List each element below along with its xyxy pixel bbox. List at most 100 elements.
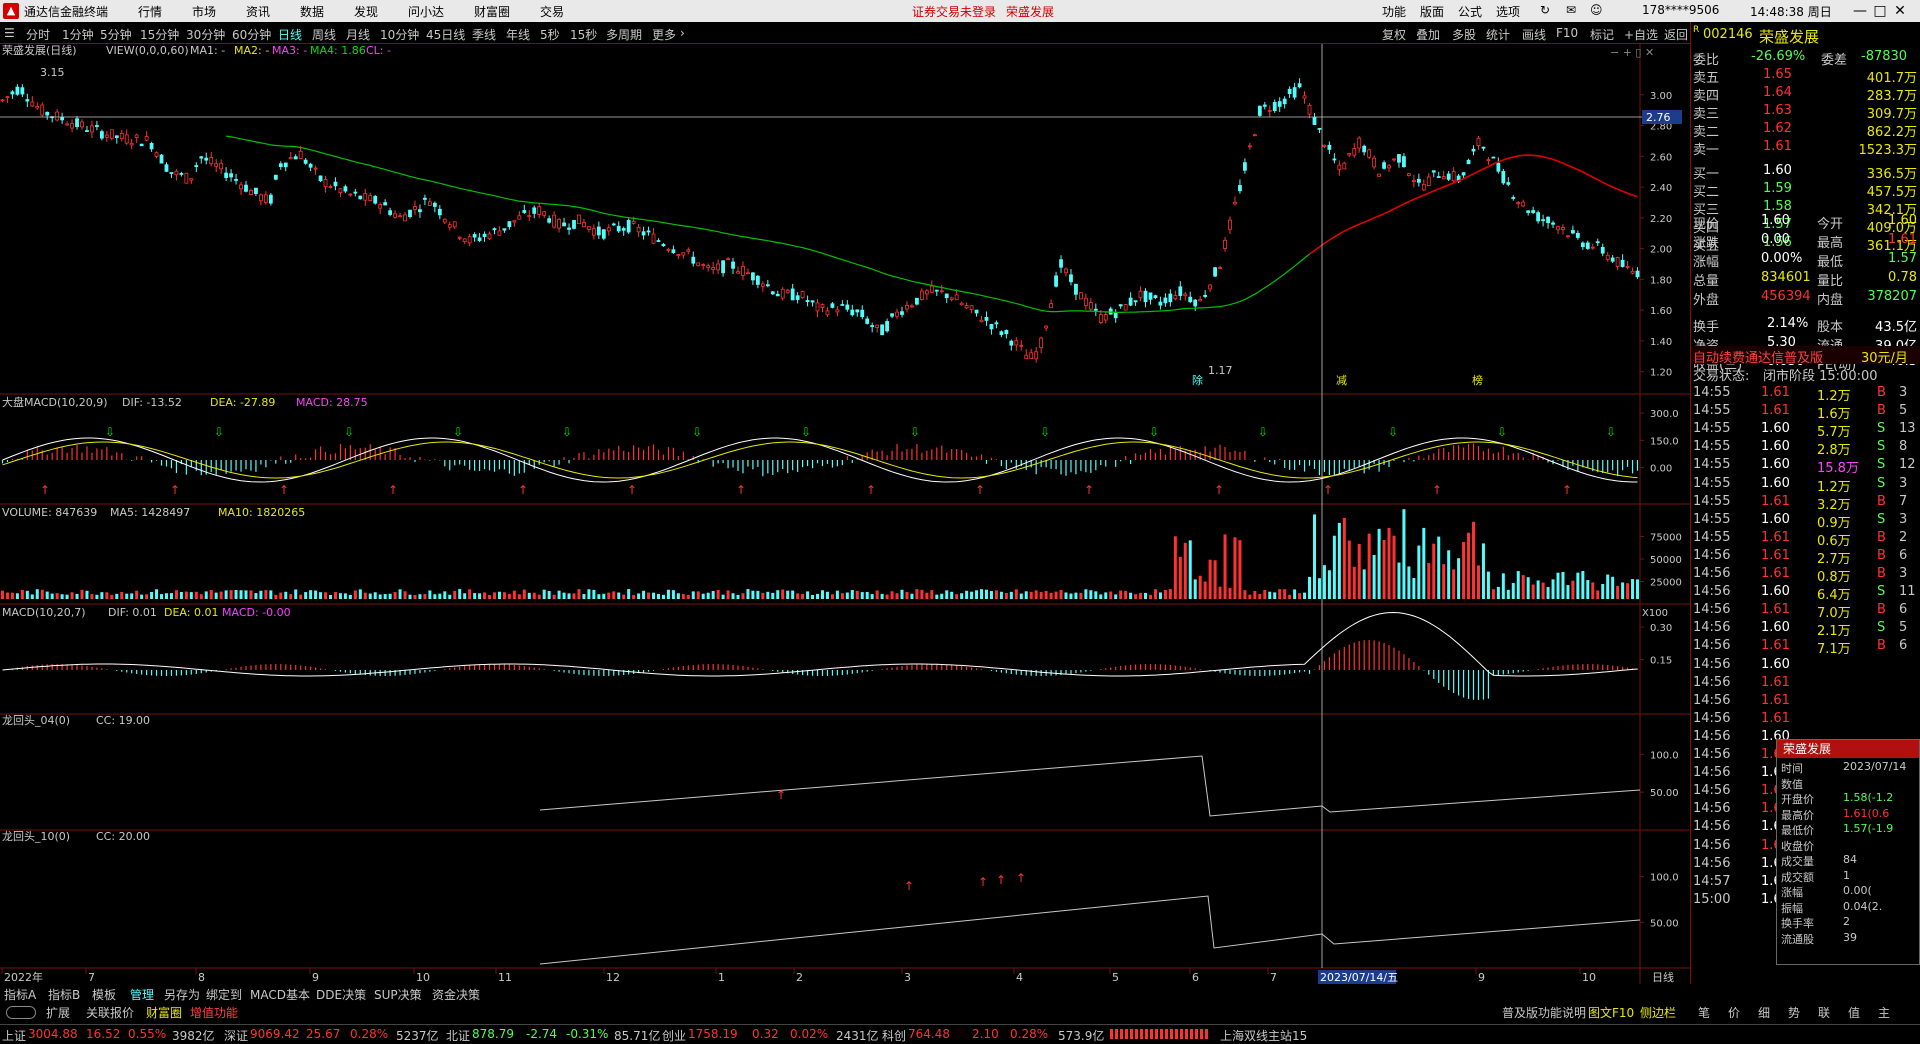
tool-back[interactable]: 返回 — [1664, 26, 1688, 43]
tool-adjust[interactable]: 复权 — [1382, 26, 1406, 43]
tab-indicator-b[interactable]: 指标B — [48, 986, 80, 1003]
stat-label: 量比 — [1817, 274, 1844, 289]
sidebar-link[interactable]: 侧边栏 — [1640, 1004, 1676, 1021]
tool-multi[interactable]: 多股 — [1452, 26, 1476, 43]
side-tab[interactable]: 细 — [1758, 1004, 1770, 1021]
candle-body — [1625, 265, 1630, 268]
period-tab[interactable]: 15秒 — [570, 26, 597, 43]
zoom-controls[interactable]: − + ▯ ✕ — [1610, 46, 1654, 59]
kline-chart[interactable]: ↑ ⇩ ↑ ⇩ ↑ ⇩ ↑ ⇩ ↑ ⇩ ↑ ⇩ ↑ ⇩ ↑ ⇩ ↑ ⇩ ↑ ⇩ ↑ ⇩ ↑ ⇩ ↑ ⇩ ↑ ⇩ ↑ ↑ ↑ ↑ ↑ 荣盛发展(日… — [0, 43, 1690, 984]
sh-label[interactable]: 上证 — [2, 1027, 26, 1044]
tab-template[interactable]: 模板 — [92, 986, 116, 1003]
volume-bar — [145, 594, 149, 599]
side-tab[interactable]: 价 — [1728, 1004, 1740, 1021]
candle-body — [1113, 312, 1118, 319]
period-tab[interactable]: 5秒 — [540, 26, 560, 43]
period-tab[interactable]: 季线 — [472, 26, 496, 43]
tool-add-favorite[interactable]: +自选 — [1624, 26, 1658, 43]
tab-wealth[interactable]: 财富圈 — [146, 1004, 182, 1021]
event-mark[interactable]: 除 — [1192, 373, 1203, 387]
period-tab[interactable]: 1分钟 — [62, 26, 94, 43]
server-status[interactable]: 上海双线主站15 — [1220, 1027, 1307, 1044]
chart-area[interactable]: ↑ ⇩ ↑ ⇩ ↑ ⇩ ↑ ⇩ ↑ ⇩ ↑ ⇩ ↑ ⇩ ↑ ⇩ ↑ ⇩ ↑ ⇩ ↑ ⇩ ↑ ⇩ ↑ ⇩ ↑ ⇩ ↑ ↑ ↑ ↑ ↑ 荣盛发展(日… — [0, 43, 1690, 984]
period-more[interactable]: 更多 — [652, 26, 676, 43]
candle-body — [964, 305, 969, 309]
period-tab[interactable]: 30分钟 — [186, 26, 225, 43]
volume-bar — [1332, 535, 1336, 599]
notice-stock[interactable]: 荣盛发展 — [1006, 3, 1054, 20]
tool-mark[interactable]: 标记 — [1590, 26, 1614, 43]
menu-discover[interactable]: 发现 — [354, 3, 378, 20]
toggle-switch[interactable] — [6, 1006, 36, 1019]
period-tab[interactable]: 月线 — [346, 26, 370, 43]
bar-info-popup[interactable]: 荣盛发展 时间 2023/07/14 数值 开盘价 1.58(-1.2 最高价 1.61(0… — [1776, 739, 1920, 965]
login-notice[interactable]: 证券交易未登录 — [912, 3, 996, 20]
crosshair-price: 2.76 — [1646, 111, 1671, 124]
side-tab[interactable]: 势 — [1788, 1004, 1800, 1021]
list-icon[interactable]: ☰ — [4, 26, 15, 40]
volume-bar — [1531, 584, 1535, 599]
sh-amount: 3982亿 — [172, 1029, 215, 1043]
user-icon[interactable]: ☺ — [1590, 3, 1603, 17]
tab-manage[interactable]: 管理 — [130, 986, 154, 1003]
promo-row[interactable]: 自动续费通达信普及版 30元/月 — [1691, 346, 1920, 366]
period-tab-active[interactable]: 日线 — [278, 26, 302, 43]
tab-expand[interactable]: 扩展 — [46, 1004, 70, 1021]
side-tab[interactable]: 主 — [1878, 1004, 1890, 1021]
menu-quotes[interactable]: 行情 — [138, 3, 162, 20]
period-tab[interactable]: 5分钟 — [100, 26, 132, 43]
menu-layout[interactable]: 版面 — [1420, 3, 1444, 20]
mail-icon[interactable]: ✉ — [1566, 3, 1576, 17]
menu-options[interactable]: 选项 — [1496, 3, 1520, 20]
period-tab[interactable]: 年线 — [506, 26, 530, 43]
close-icon[interactable]: ✕ — [1880, 0, 1920, 22]
tab-indicator-a[interactable]: 指标A — [4, 986, 36, 1003]
volume-bar — [1357, 543, 1361, 599]
tool-draw[interactable]: 画线 — [1522, 26, 1546, 43]
tab-dde[interactable]: DDE决策 — [316, 986, 366, 1003]
side-tab[interactable]: 联 — [1818, 1004, 1830, 1021]
menu-market[interactable]: 市场 — [192, 3, 216, 20]
menu-wealth[interactable]: 财富圈 — [474, 3, 510, 20]
account-label[interactable]: 178****9506 — [1642, 3, 1719, 17]
tab-fund[interactable]: 资金决策 — [432, 986, 480, 1003]
menu-trade[interactable]: 交易 — [540, 3, 564, 20]
cy-label[interactable]: 创业 — [662, 1027, 686, 1044]
refresh-icon[interactable]: ↻ — [1540, 3, 1550, 17]
tab-save-as[interactable]: 另存为 — [164, 986, 200, 1003]
bz-label[interactable]: 北证 — [446, 1027, 470, 1044]
tab-macd-basic[interactable]: MACD基本 — [250, 986, 310, 1003]
event-mark[interactable]: 减 — [1336, 374, 1347, 387]
period-tab[interactable]: 60分钟 — [232, 26, 271, 43]
menu-function[interactable]: 功能 — [1382, 3, 1406, 20]
tab-value-add[interactable]: 增值功能 — [190, 1004, 238, 1021]
period-tab[interactable]: 45日线 — [426, 26, 465, 43]
menu-data[interactable]: 数据 — [300, 3, 324, 20]
help-link[interactable]: 普及版功能说明 — [1502, 1004, 1586, 1021]
stock-name[interactable]: 荣盛发展 — [1759, 26, 1819, 47]
menu-formula[interactable]: 公式 — [1458, 3, 1482, 20]
tool-f10[interactable]: F10 — [1556, 26, 1578, 40]
tab-related-quote[interactable]: 关联报价 — [86, 1004, 134, 1021]
tab-sup[interactable]: SUP决策 — [374, 986, 422, 1003]
menu-ask[interactable]: 问小达 — [408, 3, 444, 20]
candle-body — [1173, 295, 1178, 300]
side-tab[interactable]: 笔 — [1698, 1004, 1710, 1021]
period-tab[interactable]: 10分钟 — [380, 26, 419, 43]
bottom-bar: 指标A 指标B 模板 管理 另存为 绑定到 MACD基本 DDE决策 SUP决策… — [0, 984, 1920, 1044]
f10-link[interactable]: 图文F10 — [1588, 1004, 1634, 1021]
tool-overlay[interactable]: 叠加 — [1416, 26, 1440, 43]
period-tab[interactable]: 多周期 — [606, 26, 642, 43]
sz-label[interactable]: 深证 — [224, 1027, 248, 1044]
menu-news[interactable]: 资讯 — [246, 3, 270, 20]
period-tab[interactable]: 分时 — [26, 26, 50, 43]
side-tab[interactable]: 值 — [1848, 1004, 1860, 1021]
buy-arrow-icon: ↑ — [40, 483, 50, 497]
event-mark[interactable]: 榜 — [1472, 373, 1483, 387]
kc-label[interactable]: 科创 — [882, 1027, 906, 1044]
tab-bind-to[interactable]: 绑定到 — [206, 986, 242, 1003]
chevron-right-icon[interactable]: › — [680, 26, 685, 40]
tool-stats[interactable]: 统计 — [1486, 26, 1510, 43]
period-tab[interactable]: 周线 — [312, 26, 336, 43]
period-tab[interactable]: 15分钟 — [140, 26, 179, 43]
